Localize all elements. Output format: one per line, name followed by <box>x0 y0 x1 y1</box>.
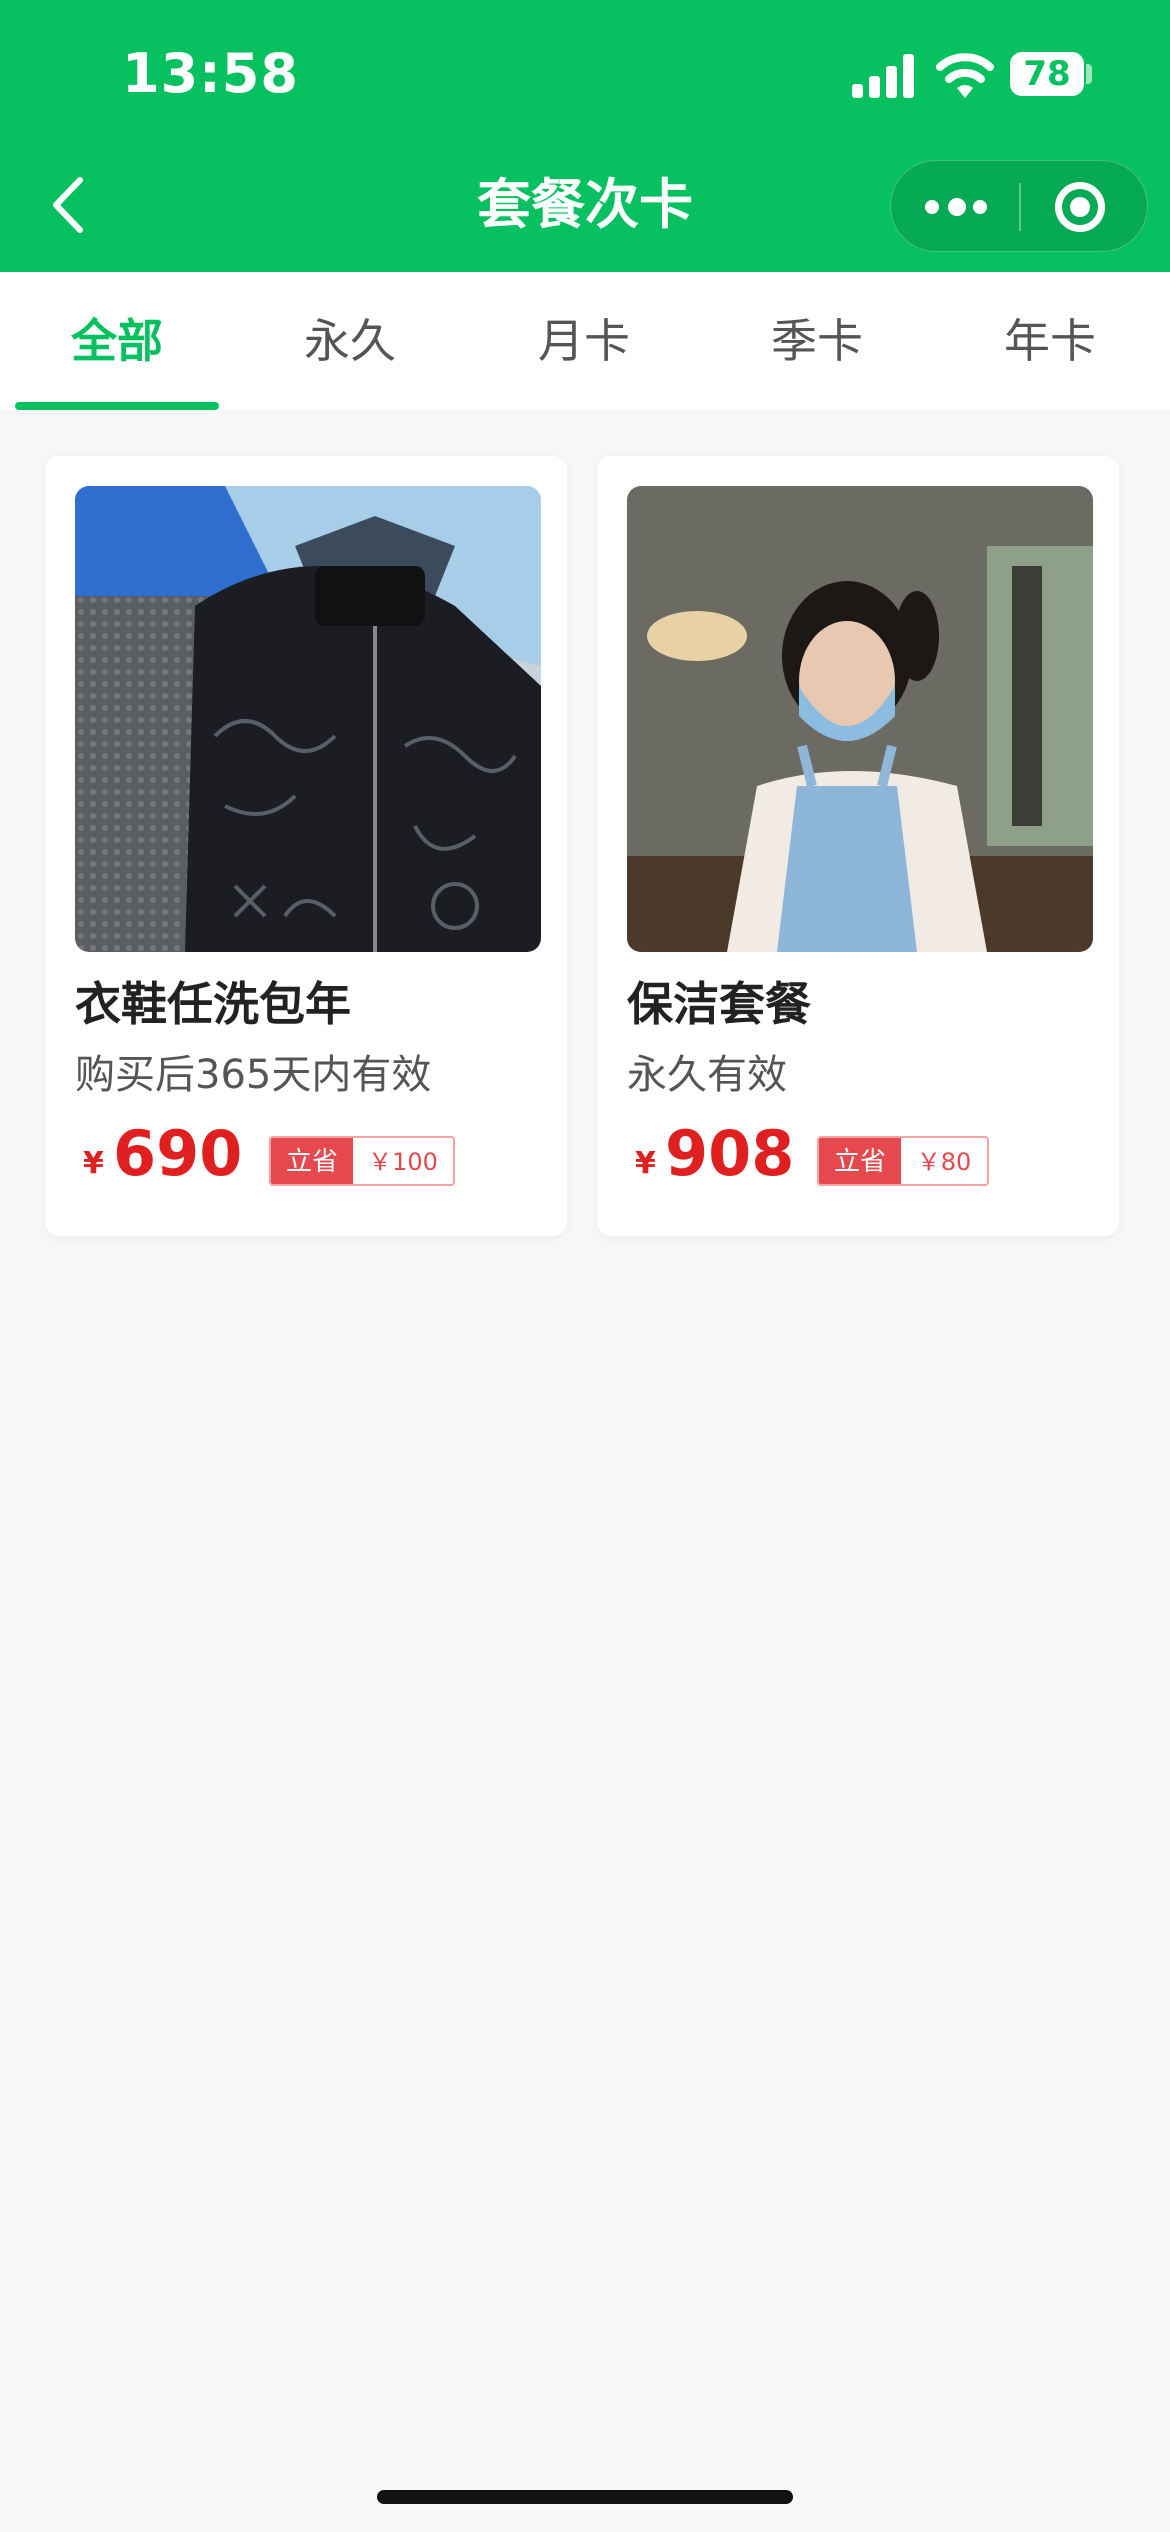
more-dots-icon[interactable] <box>891 161 1019 253</box>
package-price: 690 <box>113 1117 243 1190</box>
package-validity: 永久有效 <box>627 1052 787 1098</box>
currency-symbol: ¥ <box>83 1146 104 1181</box>
wifi-icon <box>936 53 994 98</box>
cellular-signal-icon <box>852 52 914 98</box>
package-price: 908 <box>665 1117 795 1190</box>
tab-quarterly[interactable]: 季卡 <box>717 272 917 410</box>
package-card[interactable]: 保洁套餐 永久有效 ¥ 908 立省 ￥80 <box>597 456 1119 1236</box>
tab-permanent[interactable]: 永久 <box>250 272 450 410</box>
tab-active-indicator <box>15 402 219 410</box>
savings-label: 立省 <box>271 1138 353 1184</box>
package-title: 保洁套餐 <box>627 977 811 1031</box>
home-indicator[interactable] <box>377 2490 793 2504</box>
tab-yearly[interactable]: 年卡 <box>950 272 1150 410</box>
package-image <box>75 486 541 952</box>
status-time: 13:58 <box>122 42 299 105</box>
package-title: 衣鞋任洗包年 <box>75 977 351 1031</box>
currency-symbol: ¥ <box>635 1146 656 1181</box>
tab-all[interactable]: 全部 <box>17 272 217 410</box>
package-image <box>627 486 1093 952</box>
battery-tip <box>1086 64 1092 84</box>
mini-program-capsule <box>890 160 1148 252</box>
tab-monthly[interactable]: 月卡 <box>484 272 684 410</box>
package-validity: 购买后365天内有效 <box>75 1052 432 1098</box>
savings-badge: 立省 ￥100 <box>269 1136 455 1186</box>
savings-badge: 立省 ￥80 <box>817 1136 989 1186</box>
savings-amount: ￥80 <box>916 1148 972 1176</box>
nav-header: 13:58 78 套餐次卡 <box>0 0 1170 272</box>
target-close-icon[interactable] <box>1021 161 1149 253</box>
savings-label: 立省 <box>819 1138 901 1184</box>
battery-icon: 78 <box>1010 52 1084 96</box>
savings-amount: ￥100 <box>368 1148 438 1176</box>
category-tabs: 全部 永久 月卡 季卡 年卡 <box>0 272 1170 410</box>
status-bar: 13:58 78 <box>0 0 1170 150</box>
package-card[interactable]: 衣鞋任洗包年 购买后365天内有效 ¥ 690 立省 ￥100 <box>45 456 567 1236</box>
